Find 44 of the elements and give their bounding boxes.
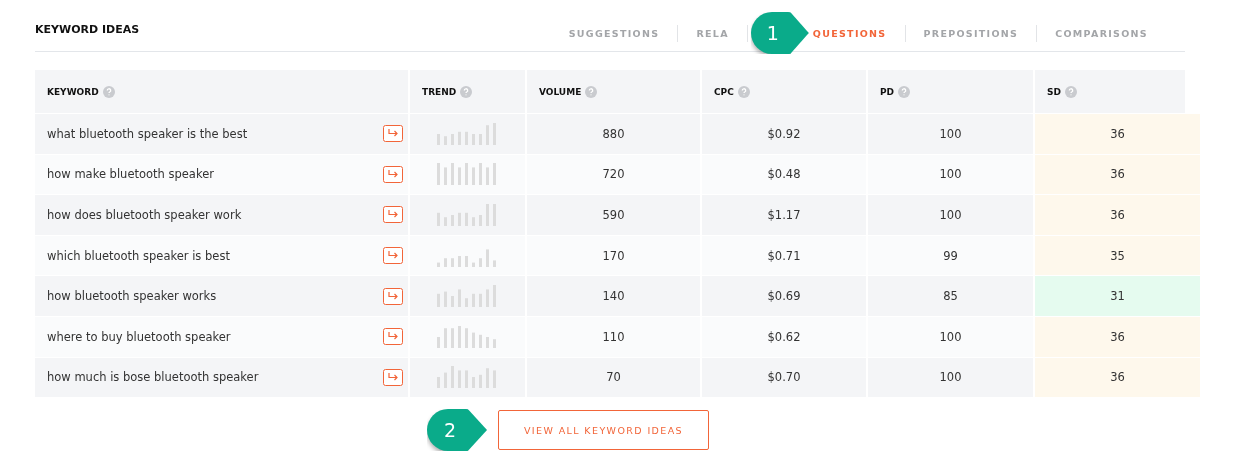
keyword-text[interactable]: how much is bose bluetooth speaker [47, 370, 259, 385]
keyword-text[interactable]: how bluetooth speaker works [47, 289, 217, 304]
table-cell: 590 [602, 208, 625, 222]
trend-sparkline [436, 163, 499, 186]
table-cell: 880 [602, 126, 625, 141]
keyword-text[interactable]: which bluetooth speaker is best [47, 248, 230, 263]
trend-sparkline [436, 285, 499, 308]
sd-cell: 36 [1035, 195, 1200, 235]
table-cell: 140 [602, 289, 625, 304]
sd-cell: 35 [1035, 235, 1200, 276]
table-cell: $0.69 [767, 289, 801, 304]
table-cell: 720 [602, 167, 625, 182]
table-cell: $0.70 [767, 370, 801, 385]
keyword-text[interactable]: what bluetooth speaker is the best [47, 126, 248, 141]
sd-cell: 31 [1035, 276, 1200, 316]
table-cell: $0.92 [767, 126, 801, 141]
table-cell: $1.17 [767, 208, 801, 222]
keyword-text[interactable]: how does bluetooth speaker work [47, 208, 242, 222]
table-cell: 99 [943, 248, 958, 263]
table-cell: 85 [943, 289, 958, 304]
sd-cell: 36 [1035, 316, 1200, 357]
trend-sparkline [436, 204, 499, 226]
sd-cell: 36 [1035, 114, 1200, 154]
sd-cell: 36 [1035, 154, 1200, 195]
table-cell: 100 [939, 329, 962, 344]
trend-sparkline [436, 325, 499, 348]
table-cell: 100 [939, 126, 962, 141]
keyword-text[interactable]: where to buy bluetooth speaker [47, 329, 231, 344]
table-cell: 100 [939, 370, 962, 385]
section-title: KEYWORD IDEAS [35, 23, 140, 37]
table-cell: $0.48 [767, 167, 801, 182]
table-cell: $0.62 [767, 329, 801, 344]
callout-marker: 1 [750, 12, 809, 54]
trend-sparkline [436, 366, 499, 389]
callout-marker: 2 [427, 409, 487, 451]
table-cell: 170 [602, 248, 625, 263]
sd-cell: 36 [1035, 357, 1200, 398]
keyword-text[interactable]: how make bluetooth speaker [47, 167, 214, 182]
table-cell: 70 [606, 370, 621, 385]
table-cell: $0.71 [767, 248, 801, 263]
table-cell: 100 [939, 167, 962, 182]
table-cell: 100 [939, 208, 962, 222]
table-cell: 110 [602, 329, 625, 344]
trend-sparkline [436, 122, 499, 145]
